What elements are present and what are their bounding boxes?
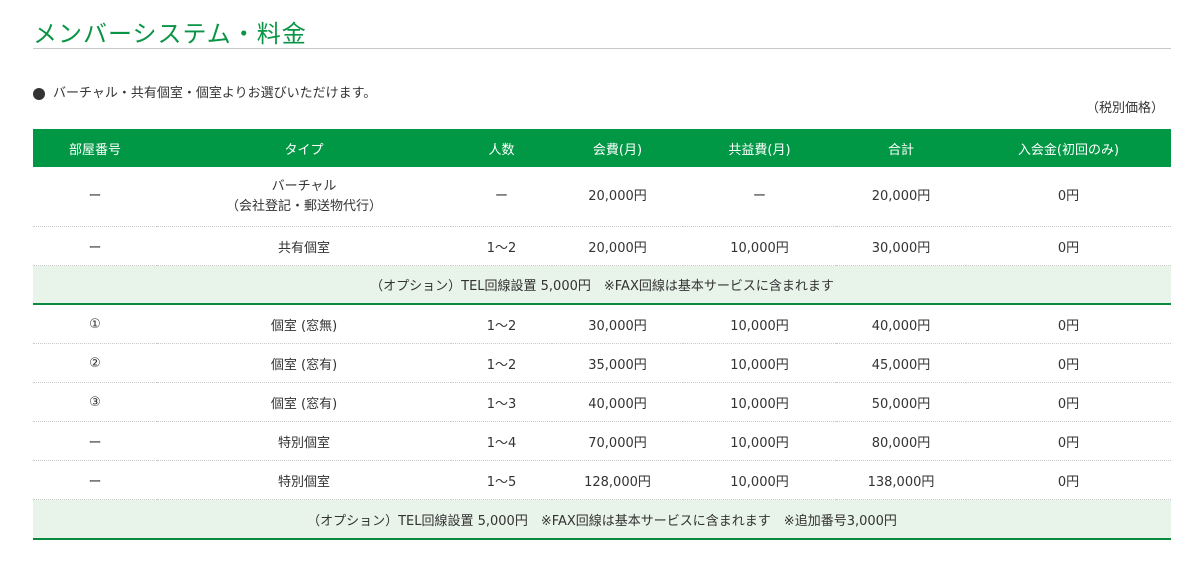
intro-text: バーチャル・共有個室・個室よりお選びいただけます。: [33, 84, 376, 104]
cell-common: 10,000円: [683, 226, 836, 266]
cell-people: 1〜2: [451, 304, 552, 344]
cell-total: 20,000円: [836, 167, 966, 227]
header-monthly-fee: 会費(月): [552, 129, 683, 167]
option-note: （オプション）TEL回線設置 5,000円 ※FAX回線は基本サービスに含まれま…: [33, 499, 1171, 540]
cell-entry: 0円: [966, 460, 1171, 500]
cell-room: ー: [33, 226, 157, 266]
table-row: ① 個室 (窓無) 1〜2 30,000円 10,000円 40,000円 0円: [33, 304, 1171, 344]
cell-type-line2: （会社登記・郵送物代行）: [225, 198, 382, 214]
cell-fee: 30,000円: [552, 304, 683, 344]
cell-type: 個室 (窓有): [157, 382, 451, 422]
cell-total: 30,000円: [836, 226, 966, 266]
cell-type: 特別個室: [157, 460, 451, 500]
cell-total: 138,000円: [836, 460, 966, 500]
header-common-fee: 共益費(月): [683, 129, 836, 167]
cell-room: ー: [33, 460, 157, 500]
cell-common: 10,000円: [683, 343, 836, 383]
option-note: （オプション）TEL回線設置 5,000円 ※FAX回線は基本サービスに含まれま…: [33, 265, 1171, 305]
table-header-row: 部屋番号 タイプ 人数 会費(月) 共益費(月) 合計 入会金(初回のみ): [33, 129, 1171, 167]
title-divider: [33, 48, 1171, 49]
header-type: タイプ: [157, 129, 451, 167]
cell-entry: 0円: [966, 226, 1171, 266]
cell-total: 40,000円: [836, 304, 966, 344]
intro-label: バーチャル・共有個室・個室よりお選びいただけます。: [53, 86, 377, 101]
header-room-number: 部屋番号: [33, 129, 157, 167]
cell-people: 1〜4: [451, 421, 552, 461]
header-total: 合計: [836, 129, 966, 167]
table-row: ー 特別個室 1〜4 70,000円 10,000円 80,000円 0円: [33, 421, 1171, 461]
cell-people: 1〜3: [451, 382, 552, 422]
cell-room: ー: [33, 421, 157, 461]
cell-entry: 0円: [966, 167, 1171, 227]
table-row: ー バーチャル （会社登記・郵送物代行） ー 20,000円 ー 20,000円…: [33, 167, 1171, 227]
cell-fee: 128,000円: [552, 460, 683, 500]
cell-fee: 20,000円: [552, 226, 683, 266]
price-table: 部屋番号 タイプ 人数 会費(月) 共益費(月) 合計 入会金(初回のみ) ー …: [33, 129, 1171, 540]
tax-note: （税別価格）: [1085, 101, 1164, 116]
option-row: （オプション）TEL回線設置 5,000円 ※FAX回線は基本サービスに含まれま…: [33, 265, 1171, 305]
cell-entry: 0円: [966, 382, 1171, 422]
cell-entry: 0円: [966, 304, 1171, 344]
cell-type: 特別個室: [157, 421, 451, 461]
cell-common: 10,000円: [683, 421, 836, 461]
cell-people: 1〜5: [451, 460, 552, 500]
table-row: ③ 個室 (窓有) 1〜3 40,000円 10,000円 50,000円 0円: [33, 382, 1171, 422]
option-row: （オプション）TEL回線設置 5,000円 ※FAX回線は基本サービスに含まれま…: [33, 499, 1171, 540]
page-title: メンバーシステム・料金: [33, 20, 307, 48]
cell-common: 10,000円: [683, 460, 836, 500]
cell-total: 80,000円: [836, 421, 966, 461]
cell-people: 1〜2: [451, 343, 552, 383]
cell-fee: 70,000円: [552, 421, 683, 461]
cell-fee: 35,000円: [552, 343, 683, 383]
cell-fee: 20,000円: [552, 167, 683, 227]
cell-common: ー: [683, 167, 836, 227]
cell-type: 個室 (窓有): [157, 343, 451, 383]
cell-room: ②: [33, 343, 157, 383]
table-row: ② 個室 (窓有) 1〜2 35,000円 10,000円 45,000円 0円: [33, 343, 1171, 383]
cell-people: ー: [451, 167, 552, 227]
cell-entry: 0円: [966, 343, 1171, 383]
cell-type-line1: バーチャル: [271, 178, 337, 194]
cell-room: ①: [33, 304, 157, 344]
cell-type: 個室 (窓無): [157, 304, 451, 344]
header-entry-fee: 入会金(初回のみ): [966, 129, 1171, 167]
cell-room: ③: [33, 382, 157, 422]
cell-common: 10,000円: [683, 382, 836, 422]
cell-total: 45,000円: [836, 343, 966, 383]
cell-type: バーチャル （会社登記・郵送物代行）: [157, 167, 451, 227]
table-row: ー 特別個室 1〜5 128,000円 10,000円 138,000円 0円: [33, 460, 1171, 500]
bullet-icon: [33, 88, 45, 100]
cell-type: 共有個室: [157, 226, 451, 266]
cell-room: ー: [33, 167, 157, 227]
cell-total: 50,000円: [836, 382, 966, 422]
cell-fee: 40,000円: [552, 382, 683, 422]
header-people: 人数: [451, 129, 552, 167]
cell-common: 10,000円: [683, 304, 836, 344]
cell-entry: 0円: [966, 421, 1171, 461]
table-row: ー 共有個室 1〜2 20,000円 10,000円 30,000円 0円: [33, 226, 1171, 266]
cell-people: 1〜2: [451, 226, 552, 266]
